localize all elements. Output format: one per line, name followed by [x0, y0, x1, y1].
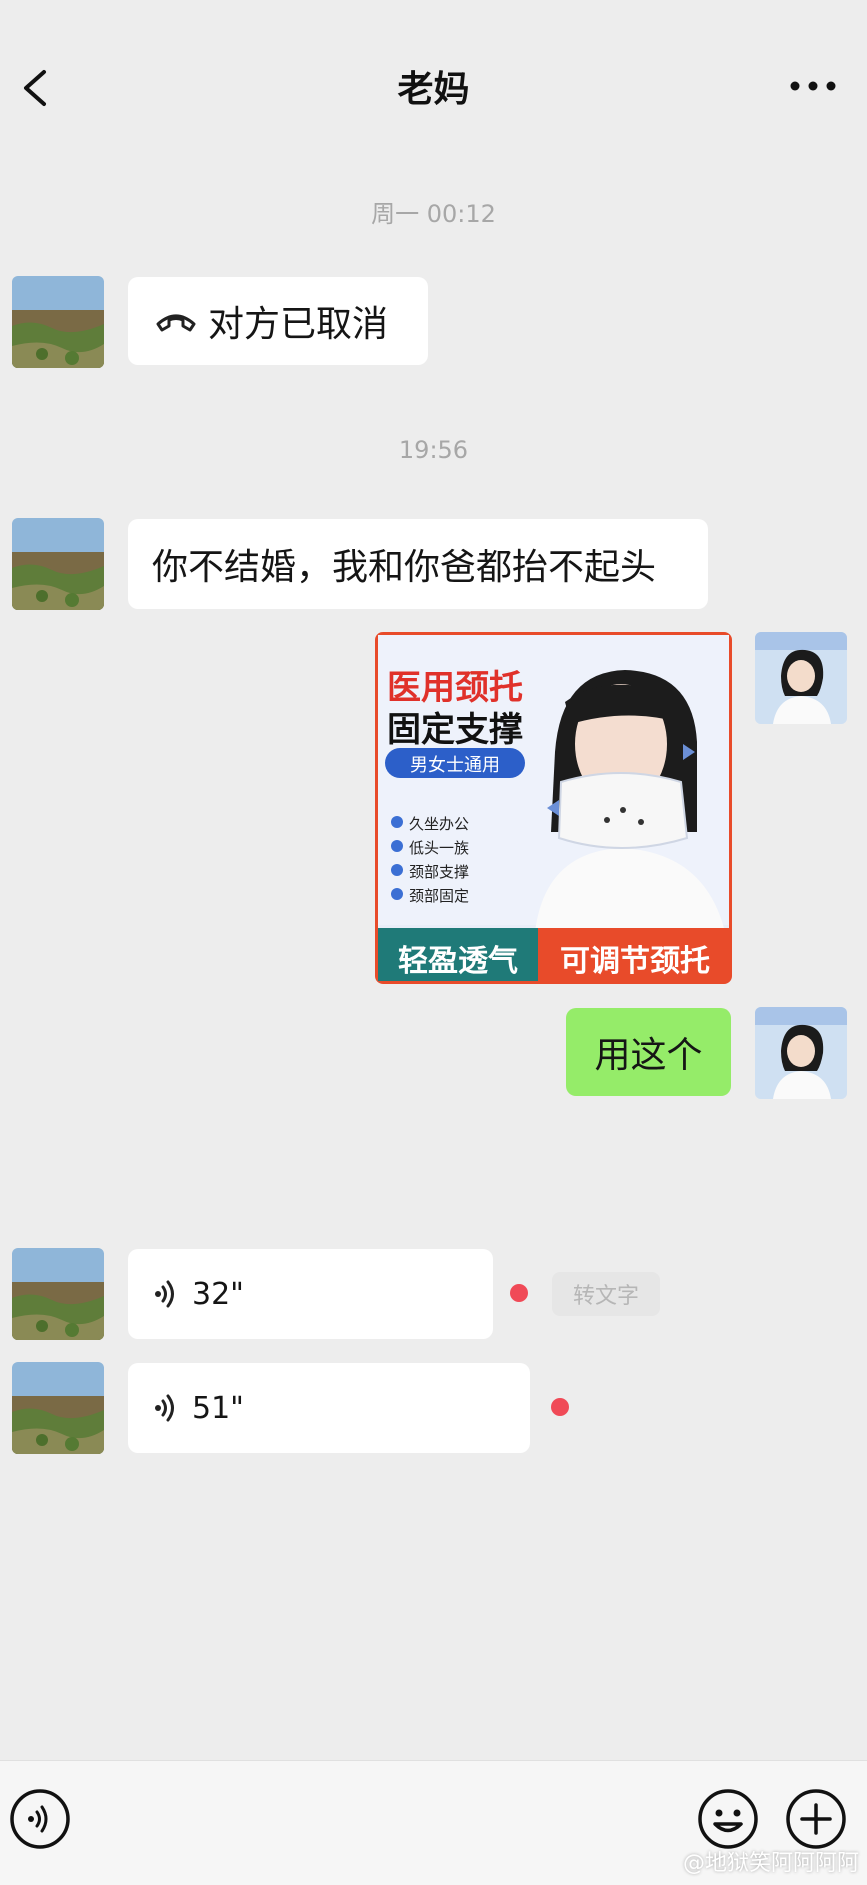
- my-avatar[interactable]: [755, 1007, 847, 1099]
- mom-avatar[interactable]: [12, 518, 104, 610]
- add-more-button[interactable]: [784, 1787, 848, 1851]
- voice-input-icon: [10, 1789, 70, 1849]
- ad-feature: 低头一族: [409, 839, 470, 857]
- chat-screen: 老妈 周一 00:12 对方已取消 19:56 你不结婚，我和你爸都抬不起头 医…: [0, 0, 867, 1885]
- ad-title-line2: 固定支撑: [387, 710, 523, 750]
- landscape-avatar-image: [12, 1248, 104, 1340]
- mom-avatar[interactable]: [12, 276, 104, 368]
- call-status-text: 对方已取消: [208, 304, 389, 345]
- call-cancelled-bubble[interactable]: 对方已取消: [128, 277, 428, 365]
- phone-hangup-icon: [156, 314, 196, 332]
- landscape-avatar-image: [12, 276, 104, 368]
- ad-feature-list: 久坐办公 低头一族 颈部支撑 颈部固定: [409, 812, 469, 908]
- mom-avatar[interactable]: [12, 1248, 104, 1340]
- ad-feature: 颈部支撑: [409, 863, 470, 881]
- chat-header: 老妈: [0, 0, 867, 170]
- ad-footer-left: 轻盈透气: [398, 944, 518, 979]
- voice-wave-icon: [155, 1280, 174, 1308]
- voice-message-bubble[interactable]: 32": [128, 1249, 493, 1339]
- text-message-bubble[interactable]: 你不结婚，我和你爸都抬不起头: [128, 519, 708, 609]
- chat-title: 老妈: [397, 69, 470, 110]
- ad-feature: 颈部固定: [409, 887, 470, 905]
- more-options-button[interactable]: [783, 66, 843, 106]
- my-avatar[interactable]: [755, 632, 847, 724]
- plus-circle-icon: [786, 1789, 846, 1849]
- voice-input-button[interactable]: [8, 1787, 72, 1851]
- message-text: 用这个: [594, 1035, 703, 1076]
- voice-message-bubble[interactable]: 51": [128, 1363, 530, 1453]
- ad-feature: 久坐办公: [409, 815, 470, 833]
- ad-footer-right: 可调节颈托: [560, 944, 710, 979]
- girl-avatar-image: [755, 632, 847, 724]
- voice-wave-icon: [155, 1394, 174, 1422]
- convert-to-text-button[interactable]: 转文字: [552, 1272, 660, 1316]
- voice-duration: 51": [192, 1390, 244, 1426]
- timestamp: 周一 00:12: [371, 200, 496, 228]
- voice-duration: 32": [192, 1276, 244, 1312]
- landscape-avatar-image: [12, 1362, 104, 1454]
- message-text: 你不结婚，我和你爸都抬不起头: [152, 547, 657, 588]
- unread-dot: [510, 1284, 528, 1302]
- image-message[interactable]: 医用颈托 固定支撑 男女士通用 久坐办公 低头一族 颈部支撑 颈部固定 轻盈透气…: [375, 632, 732, 984]
- emoji-smile-icon: [698, 1789, 758, 1849]
- ad-badge: 男女士通用: [410, 755, 500, 776]
- emoji-button[interactable]: [696, 1787, 760, 1851]
- timestamp: 19:56: [398, 436, 469, 464]
- my-text-bubble[interactable]: 用这个: [566, 1008, 731, 1096]
- weibo-watermark: @地狱笑阿阿阿阿: [682, 1851, 859, 1876]
- mom-avatar[interactable]: [12, 1362, 104, 1454]
- more-dots-icon: [790, 81, 836, 91]
- landscape-avatar-image: [12, 518, 104, 610]
- input-toolbar: @地狱笑阿阿阿阿: [0, 1760, 867, 1885]
- girl-avatar-image: [755, 1007, 847, 1099]
- unread-dot: [551, 1398, 569, 1416]
